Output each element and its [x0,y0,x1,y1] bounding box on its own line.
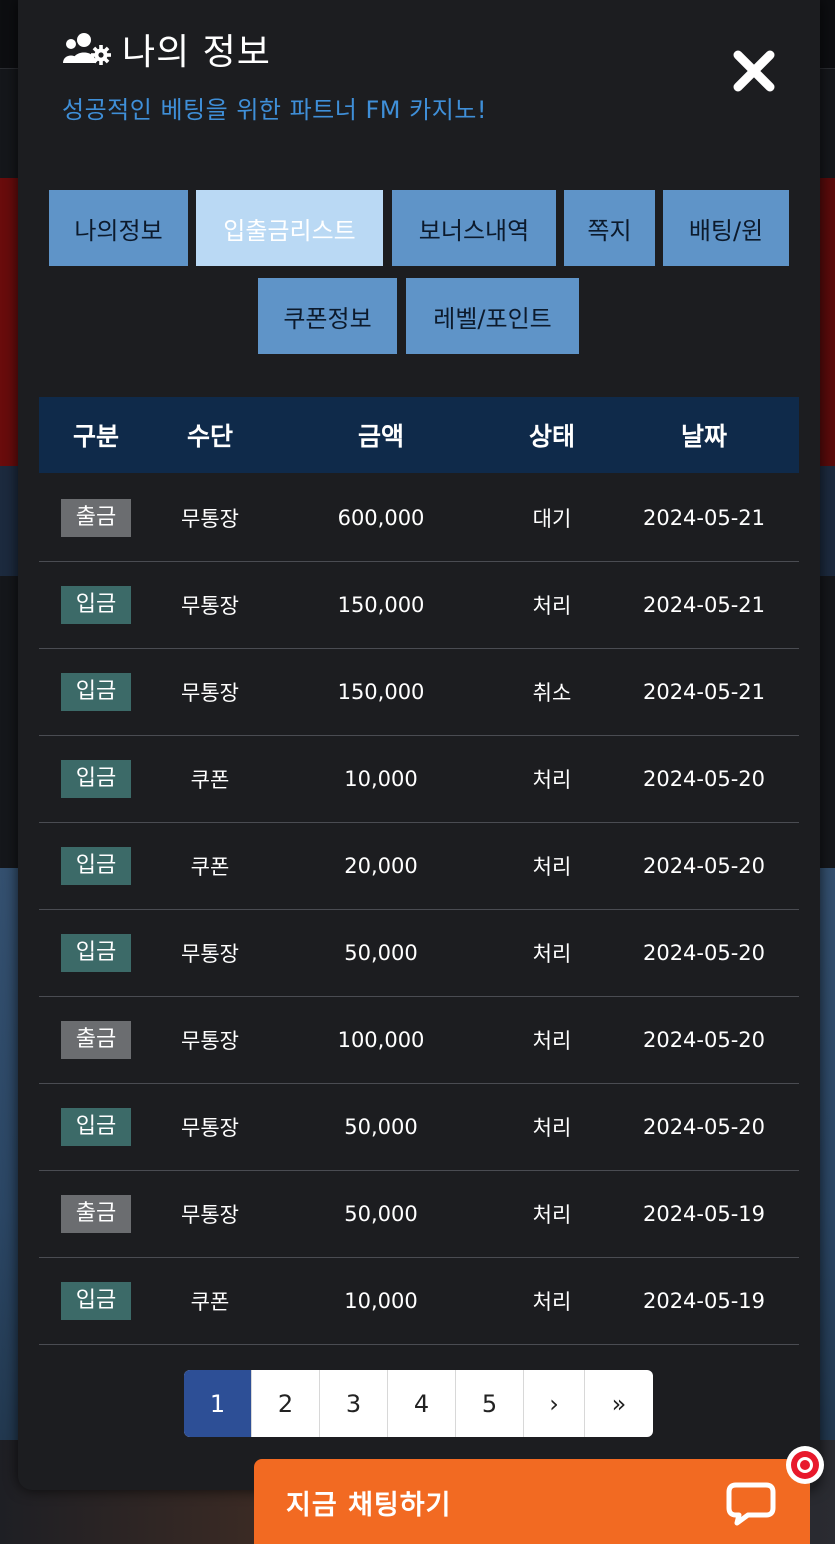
date-cell: 2024-05-21 [642,680,766,704]
modal-subtitle: 성공적인 베팅을 위한 파트너 FM 카지노! [62,96,487,124]
status-cell: 처리 [532,1116,572,1140]
column-header-type: 구분 [72,422,119,451]
table-row: 출금 무통장 600,000 대기 2024-05-21 [39,475,799,562]
page-button-1[interactable]: 1 [184,1370,252,1437]
status-cell: 처리 [532,768,572,792]
modal-header: 나의 정보 [62,28,271,73]
type-badge: 출금 [61,1195,131,1233]
status-cell: 대기 [532,507,572,531]
type-badge: 입금 [61,1282,131,1320]
table-row: 입금 쿠폰 10,000 처리 2024-05-19 [39,1258,799,1345]
column-header-date: 날짜 [680,422,727,451]
status-cell: 처리 [532,1029,572,1053]
table-row: 입금 쿠폰 10,000 처리 2024-05-20 [39,736,799,823]
table-row: 출금 무통장 100,000 처리 2024-05-20 [39,997,799,1084]
amount-cell: 50,000 [344,1115,418,1139]
date-cell: 2024-05-20 [642,1115,766,1139]
type-badge: 입금 [61,760,131,798]
type-badge: 입금 [61,586,131,624]
method-cell: 무통장 [181,942,239,966]
next-page-button[interactable]: › [524,1370,585,1437]
chat-now-label: 지금 채팅하기 [286,1490,452,1521]
method-cell: 쿠폰 [190,768,230,792]
chat-bubble-icon [726,1482,776,1526]
date-cell: 2024-05-19 [642,1202,766,1226]
tab-deposit-withdraw-list[interactable]: 입출금리스트 [196,190,383,266]
date-cell: 2024-05-20 [642,941,766,965]
page-button-3[interactable]: 3 [320,1370,388,1437]
amount-cell: 100,000 [337,1028,425,1052]
close-icon[interactable] [730,47,778,95]
status-cell: 처리 [532,1290,572,1314]
method-cell: 무통장 [181,507,239,531]
date-cell: 2024-05-20 [642,767,766,791]
date-cell: 2024-05-20 [642,854,766,878]
column-header-amount: 금액 [357,422,404,451]
tab-coupon-info[interactable]: 쿠폰정보 [258,278,397,354]
method-cell: 무통장 [181,1203,239,1227]
amount-cell: 150,000 [337,680,425,704]
date-cell: 2024-05-19 [642,1289,766,1313]
column-header-status: 상태 [528,422,575,451]
tab-level-points[interactable]: 레벨/포인트 [406,278,579,354]
amount-cell: 10,000 [344,1289,418,1313]
method-cell: 쿠폰 [190,855,230,879]
date-cell: 2024-05-21 [642,506,766,530]
method-cell: 쿠폰 [190,1290,230,1314]
users-gear-icon [63,33,111,65]
method-cell: 무통장 [181,1116,239,1140]
date-cell: 2024-05-20 [642,1028,766,1052]
status-cell: 처리 [532,855,572,879]
table-row: 입금 무통장 150,000 취소 2024-05-21 [39,649,799,736]
status-cell: 처리 [532,942,572,966]
amount-cell: 50,000 [344,1202,418,1226]
type-badge: 입금 [61,673,131,711]
chat-now-button[interactable]: 지금 채팅하기 [254,1459,810,1544]
status-cell: 취소 [532,681,572,705]
notification-dot-icon[interactable] [784,1444,826,1486]
modal-title: 나의 정보 [122,32,271,73]
amount-cell: 600,000 [337,506,425,530]
tab-messages[interactable]: 쪽지 [564,190,655,266]
method-cell: 무통장 [181,594,239,618]
table-header: 구분 수단 금액 상태 날짜 [39,397,799,473]
amount-cell: 20,000 [344,854,418,878]
table-row: 입금 무통장 50,000 처리 2024-05-20 [39,1084,799,1171]
type-badge: 출금 [61,1021,131,1059]
type-badge: 입금 [61,847,131,885]
status-cell: 처리 [532,1203,572,1227]
tab-betting-win[interactable]: 배팅/윈 [663,190,789,266]
method-cell: 무통장 [181,681,239,705]
type-badge: 입금 [61,1108,131,1146]
status-cell: 처리 [532,594,572,618]
pagination: 1 2 3 4 5 › » [184,1370,653,1437]
page-button-4[interactable]: 4 [388,1370,456,1437]
table-row: 입금 쿠폰 20,000 처리 2024-05-20 [39,823,799,910]
amount-cell: 50,000 [344,941,418,965]
tab-bonus-history[interactable]: 보너스내역 [392,190,556,266]
page-button-2[interactable]: 2 [252,1370,320,1437]
tab-my-info[interactable]: 나의정보 [49,190,188,266]
last-page-button[interactable]: » [585,1370,653,1437]
my-info-modal: 나의 정보 성공적인 베팅을 위한 파트너 FM 카지노! 나의정보 입출금리스… [18,0,820,1490]
amount-cell: 10,000 [344,767,418,791]
date-cell: 2024-05-21 [642,593,766,617]
method-cell: 무통장 [181,1029,239,1053]
table-row: 입금 무통장 150,000 처리 2024-05-21 [39,562,799,649]
type-badge: 출금 [61,499,131,537]
table-row: 출금 무통장 50,000 처리 2024-05-19 [39,1171,799,1258]
table-row: 입금 무통장 50,000 처리 2024-05-20 [39,910,799,997]
page-button-5[interactable]: 5 [456,1370,524,1437]
column-header-method: 수단 [186,422,233,451]
transaction-table: 출금 무통장 600,000 대기 2024-05-21 입금 무통장 150,… [39,475,799,1345]
amount-cell: 150,000 [337,593,425,617]
type-badge: 입금 [61,934,131,972]
